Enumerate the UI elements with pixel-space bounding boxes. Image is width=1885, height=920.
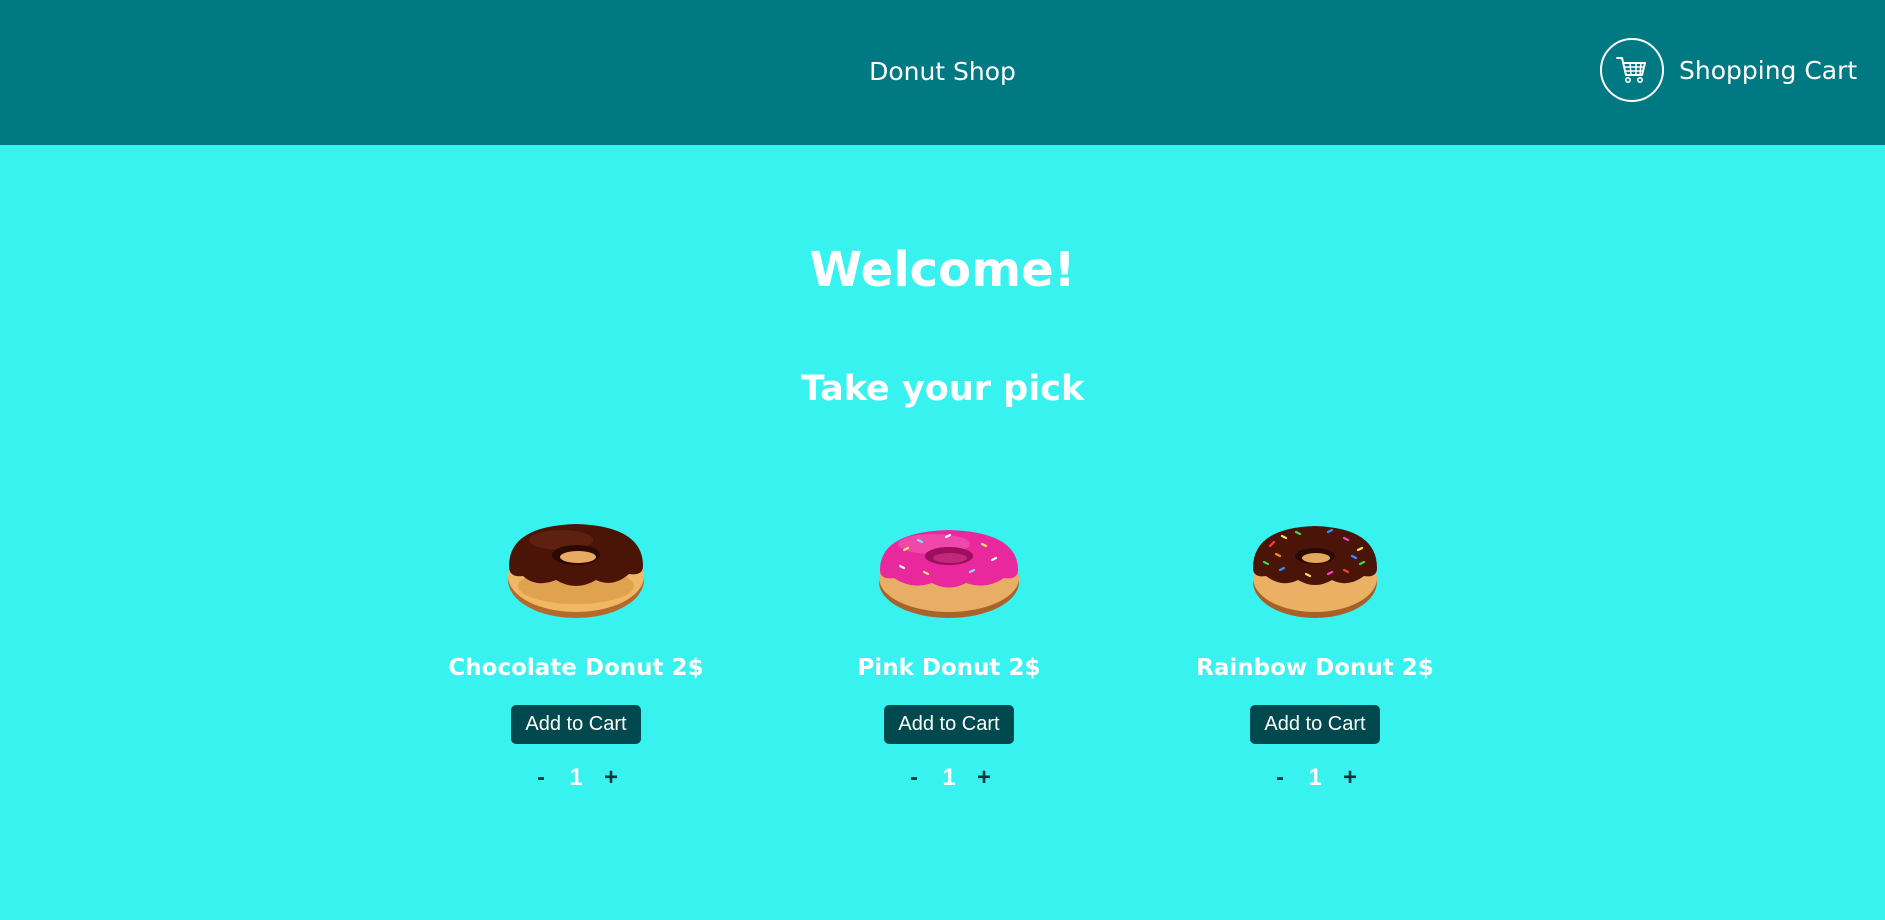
decrement-button[interactable]: - [528,764,554,792]
product-card-rainbow: Rainbow Donut 2$ Add to Cart - 1 + [1155,510,1475,792]
shopping-cart-link[interactable]: Shopping Cart [1600,38,1857,102]
shopping-cart-label[interactable]: Shopping Cart [1679,56,1857,85]
product-name: Chocolate Donut 2$ [448,655,704,681]
add-to-cart-button[interactable]: Add to Cart [884,705,1014,744]
chocolate-donut-image [501,510,651,625]
quantity-value: 1 [569,764,583,791]
quantity-value: 1 [1308,764,1322,791]
quantity-stepper: - 1 + [901,764,997,792]
product-name: Rainbow Donut 2$ [1196,655,1434,681]
product-card-pink: Pink Donut 2$ Add to Cart - 1 + [789,510,1109,792]
top-navbar: Donut Shop Shopping Cart [0,0,1885,145]
increment-button[interactable]: + [598,764,624,792]
rainbow-donut-image [1240,510,1390,625]
product-name: Pink Donut 2$ [857,655,1041,681]
product-card-chocolate: Chocolate Donut 2$ Add to Cart - 1 + [416,510,736,792]
take-your-pick-heading: Take your pick [800,369,1085,409]
welcome-heading: Welcome! [809,242,1076,298]
decrement-button[interactable]: - [901,764,927,792]
quantity-stepper: - 1 + [528,764,624,792]
increment-button[interactable]: + [971,764,997,792]
quantity-value: 1 [942,764,956,791]
shopping-cart-icon[interactable] [1600,38,1664,102]
quantity-stepper: - 1 + [1267,764,1363,792]
pink-donut-image [874,510,1024,625]
increment-button[interactable]: + [1337,764,1363,792]
decrement-button[interactable]: - [1267,764,1293,792]
add-to-cart-button[interactable]: Add to Cart [511,705,641,744]
add-to-cart-button[interactable]: Add to Cart [1250,705,1380,744]
